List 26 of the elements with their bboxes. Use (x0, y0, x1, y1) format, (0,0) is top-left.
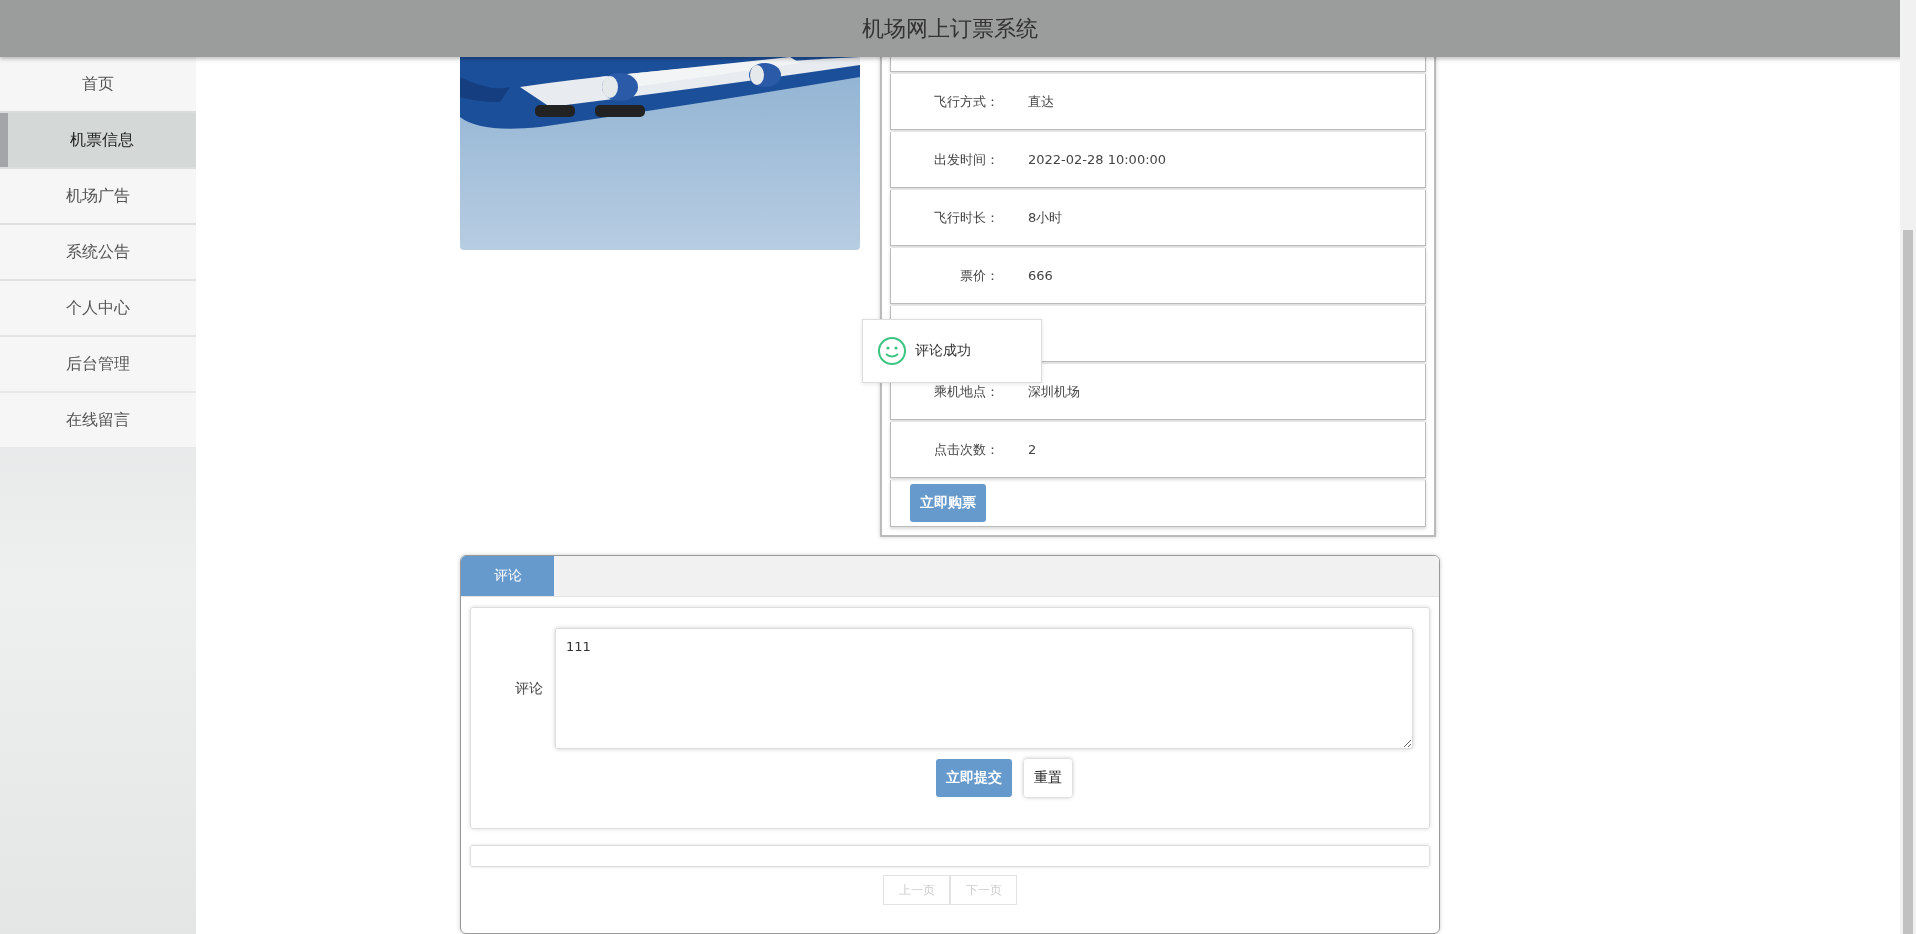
field-label: 评论 (514, 679, 544, 698)
sidebar-item[interactable]: 机场广告 (0, 169, 196, 223)
field-label: 票价： (959, 266, 999, 285)
scrollbar-thumb[interactable] (1900, 230, 1916, 934)
sidebar-item[interactable]: 首页 (0, 57, 196, 111)
field-label: 出发时间： (933, 150, 999, 169)
field-value: 8小时 (1028, 208, 1063, 227)
site-title: 机场网上订票系统 (862, 14, 1038, 43)
smiley-icon (877, 336, 907, 366)
field-value: 2022-02-28 10:00:00 (1028, 152, 1167, 167)
field-label: 乘机地点： (933, 382, 999, 401)
field-value: 深圳机场 (1028, 382, 1080, 401)
sidebar-item[interactable]: 系统公告 (0, 225, 196, 279)
field-value: 2 (1028, 442, 1037, 457)
reset-button[interactable]: 重置 (1024, 759, 1072, 797)
toast-message: 评论成功 (915, 342, 971, 360)
sidebar-item[interactable]: 机票信息 (0, 113, 196, 167)
comment-field[interactable]: 111 (555, 628, 1413, 749)
field-value: 直达 (1028, 92, 1054, 111)
field-label: 点击次数： (933, 440, 999, 459)
sidebar-item[interactable]: 后台管理 (0, 337, 196, 391)
field-label: 飞行时长： (933, 208, 999, 227)
field-label: 飞行方式： (933, 92, 999, 111)
sidebar-item[interactable]: 在线留言 (0, 393, 196, 447)
field-value: 666 (1028, 268, 1053, 283)
sidebar-item[interactable]: 个人中心 (0, 281, 196, 335)
